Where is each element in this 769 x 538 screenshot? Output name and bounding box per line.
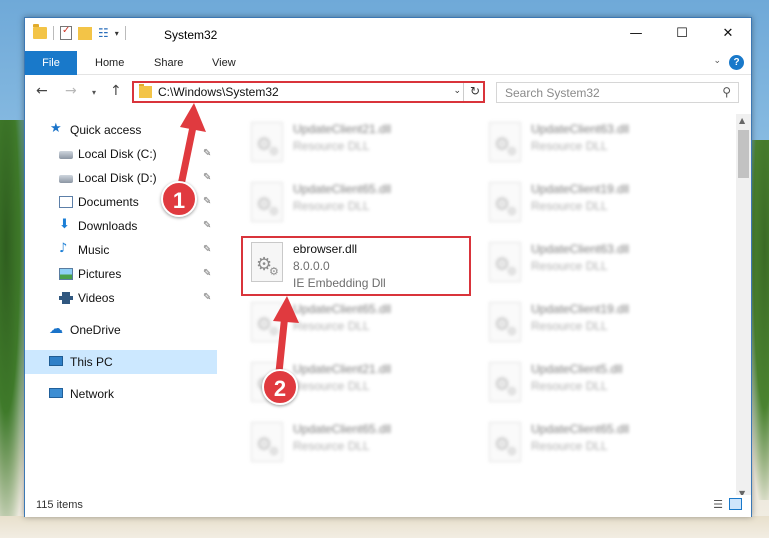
callout-arrows [176,103,299,376]
callout-arrow-1 [176,103,206,194]
callout-badge-1: 1 [161,181,197,217]
callout-arrow-2 [273,296,299,376]
callout-badge-2: 2 [262,369,298,405]
